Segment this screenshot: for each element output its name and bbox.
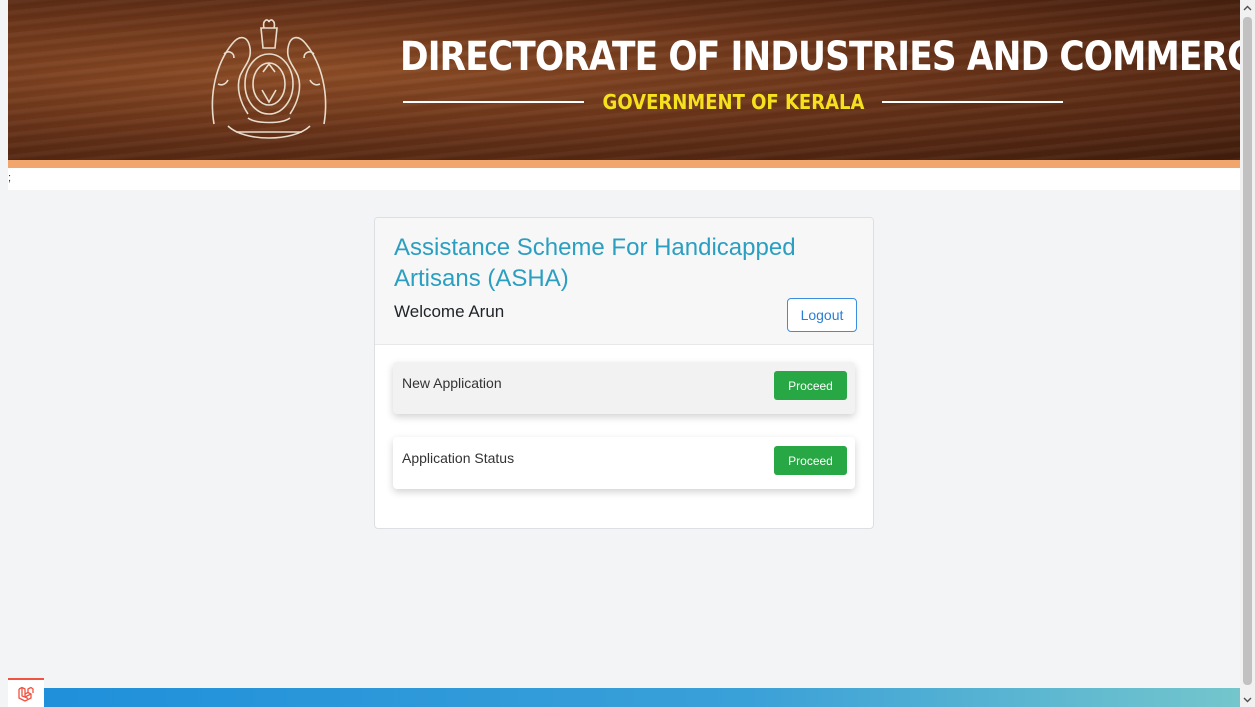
stray-text: ; [8,172,12,184]
banner-subtitle: GOVERNMENT OF KERALA [602,90,864,114]
laravel-logo-icon [18,686,34,702]
application-status-option: Application Status Proceed [393,437,855,489]
scroll-down-icon[interactable] [1240,692,1255,707]
scheme-card: Assistance Scheme For Handicapped Artisa… [374,217,874,529]
banner-accent-strip [8,160,1240,168]
new-application-proceed-button[interactable]: Proceed [774,371,847,400]
debug-badge[interactable] [8,678,44,707]
footer-bar [8,688,1240,707]
header-banner: DIRECTORATE OF INDUSTRIES AND COMMERCE G… [8,0,1240,160]
welcome-message: Welcome Arun [394,302,505,321]
scrollbar-thumb[interactable] [1243,17,1252,685]
new-application-option: New Application Proceed [393,362,855,414]
vertical-scrollbar[interactable] [1240,0,1255,707]
subtitle-left-rule [403,101,584,103]
new-application-label: New Application [402,375,502,391]
kerala-state-emblem-icon [211,19,327,139]
card-header: Assistance Scheme For Handicapped Artisa… [375,218,873,345]
application-status-label: Application Status [402,450,515,466]
page: DIRECTORATE OF INDUSTRIES AND COMMERCE G… [0,0,1255,707]
scheme-title: Assistance Scheme For Handicapped Artisa… [394,234,796,292]
application-status-proceed-button[interactable]: Proceed [774,446,847,475]
header-white-band [8,168,1240,190]
page-banner-title: DIRECTORATE OF INDUSTRIES AND COMMERCE [400,34,1240,80]
banner-subtitle-row: GOVERNMENT OF KERALA [403,90,1063,114]
subtitle-right-rule [882,101,1063,103]
scroll-up-icon[interactable] [1240,0,1255,15]
logout-button[interactable]: Logout [787,298,857,332]
